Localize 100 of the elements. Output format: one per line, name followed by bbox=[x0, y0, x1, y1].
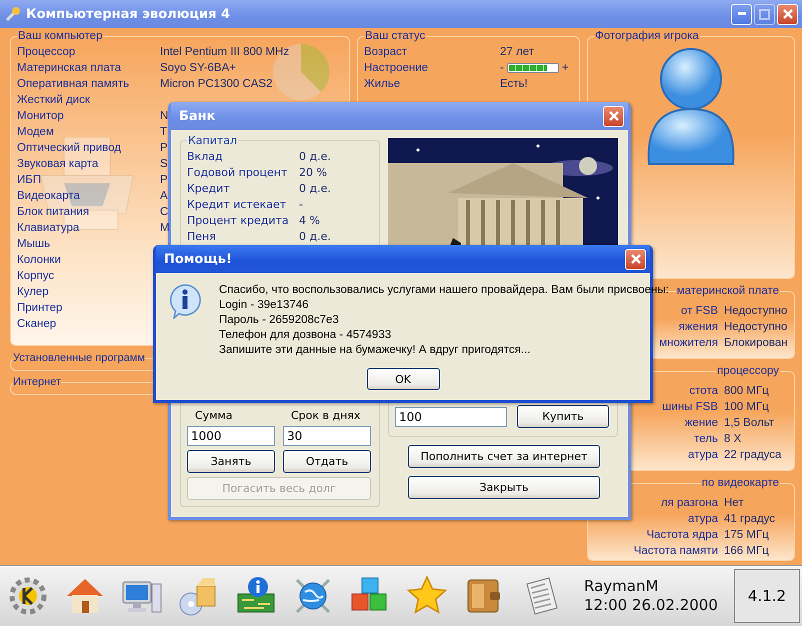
field-value: Есть! bbox=[500, 77, 528, 92]
field-value: Micron PC1300 CAS2 bbox=[160, 77, 272, 92]
borrow-button[interactable]: Занять bbox=[187, 450, 275, 473]
field-label: Пеня bbox=[187, 229, 216, 245]
field-label: Жилье bbox=[364, 77, 400, 92]
field-label: Кулер bbox=[17, 285, 49, 300]
field-value: Недоступно bbox=[724, 304, 788, 319]
field-value: 8 X bbox=[724, 432, 742, 447]
field-value: T bbox=[160, 125, 168, 140]
date-time: 12:00 26.02.2000 bbox=[584, 596, 718, 615]
field-label: Корпус bbox=[17, 269, 54, 284]
field-label: атура bbox=[688, 448, 718, 463]
field-label: Мышь bbox=[17, 237, 50, 252]
field-label: Колонки bbox=[17, 253, 61, 268]
field-value: Нет bbox=[724, 496, 744, 511]
group-title: Капитал bbox=[187, 134, 238, 147]
decrease-label[interactable]: - bbox=[500, 60, 504, 76]
field-value: 27 лет bbox=[500, 45, 534, 60]
close-icon bbox=[608, 110, 620, 122]
field-value: Soyo SY-6BA+ bbox=[160, 61, 236, 76]
amount-field[interactable]: 1000 bbox=[187, 426, 275, 446]
field-value: 0 д.е. bbox=[299, 149, 331, 165]
field-value: 0 д.е. bbox=[299, 229, 331, 245]
field-value: C bbox=[160, 205, 168, 220]
repay-button[interactable]: Отдать bbox=[283, 450, 371, 473]
close-button[interactable] bbox=[603, 106, 624, 126]
field-value: P bbox=[160, 173, 168, 188]
top-up-button[interactable]: Пополнить счет за интернет bbox=[408, 445, 600, 468]
minimize-icon bbox=[738, 12, 746, 16]
field-label: Кредит bbox=[187, 181, 230, 197]
field-label: Срок в днях bbox=[290, 409, 362, 422]
close-icon bbox=[782, 8, 794, 20]
message-text: Запишите эти данные на бумажечку! А вдруг пригодятся... bbox=[219, 343, 530, 358]
field-label: Жесткий диск bbox=[17, 93, 90, 108]
close-button[interactable] bbox=[625, 248, 646, 270]
field-value: - bbox=[299, 197, 303, 213]
field-value: 166 МГц bbox=[724, 544, 769, 559]
window-title: Компьютерная эволюция 4 bbox=[26, 6, 231, 22]
increase-label[interactable]: + bbox=[562, 60, 569, 76]
field-label: множителя bbox=[659, 336, 718, 351]
field-label: Процессор bbox=[17, 45, 76, 60]
field-label: ИБП bbox=[17, 173, 42, 188]
field-label: Сумма bbox=[194, 409, 234, 422]
close-window-button[interactable]: Закрыть bbox=[408, 476, 600, 499]
message-text: Телефон для дозвона - 4574933 bbox=[219, 328, 392, 343]
field-label: шины FSB bbox=[662, 400, 718, 415]
field-value: Блокирован bbox=[724, 336, 788, 351]
field-label: атура bbox=[688, 512, 718, 527]
field-value: Intel Pentium III 800 MHz bbox=[160, 45, 290, 60]
field-label: Звуковая карта bbox=[17, 157, 98, 172]
panel-title: по видеокарте bbox=[700, 477, 780, 489]
field-label: Частота ядра bbox=[646, 528, 718, 543]
buy-button[interactable]: Купить bbox=[517, 405, 609, 428]
field-label: стота bbox=[689, 384, 718, 399]
panel-title: Ваш статус bbox=[364, 30, 426, 42]
field-label: тель bbox=[694, 432, 718, 447]
panel-title: Фотография игрока bbox=[594, 30, 700, 42]
field-label: Клавиатура bbox=[17, 221, 80, 236]
field-value: 175 МГц bbox=[724, 528, 769, 543]
message-text: Login - 39e13746 bbox=[219, 298, 309, 313]
field-value: A bbox=[160, 189, 168, 204]
field-label: Материнская плата bbox=[17, 61, 122, 76]
field-value: 41 градус bbox=[724, 512, 776, 527]
field-label: от FSB bbox=[681, 304, 718, 319]
field-label: Блок питания bbox=[17, 205, 90, 220]
field-value: P bbox=[160, 141, 168, 156]
field-value: 800 МГц bbox=[724, 384, 769, 399]
field-value: 4 % bbox=[299, 213, 320, 229]
field-label: Оперативная память bbox=[17, 77, 130, 92]
field-label: Частота памяти bbox=[634, 544, 718, 559]
panel-title: Установленные программ bbox=[13, 352, 145, 364]
field-label: Оптический привод bbox=[17, 141, 121, 156]
panel-title: Интернет bbox=[13, 376, 61, 388]
amount-field[interactable]: 100 bbox=[395, 406, 507, 426]
ok-button[interactable]: OK bbox=[366, 368, 440, 390]
window-title: Банк bbox=[179, 108, 216, 124]
minimize-button[interactable] bbox=[731, 4, 752, 24]
maximize-icon bbox=[759, 8, 770, 20]
field-value: 100 МГц bbox=[724, 400, 769, 415]
version-label: 4.1.2 bbox=[734, 569, 800, 623]
days-field[interactable]: 30 bbox=[283, 426, 371, 446]
close-button[interactable] bbox=[777, 4, 798, 24]
info-icon bbox=[168, 283, 202, 319]
message-text: Пароль - 2659208c7e3 bbox=[219, 313, 339, 328]
dialog-title: Помощь! bbox=[164, 252, 233, 266]
field-value: 1,5 Вольт bbox=[724, 416, 774, 431]
field-value: 22 градуса bbox=[724, 448, 782, 463]
field-label: жение bbox=[684, 416, 718, 431]
field-label: Возраст bbox=[364, 45, 408, 60]
field-label: Процент кредита bbox=[187, 213, 289, 229]
field-label: Сканер bbox=[17, 317, 56, 332]
user-name: RaymanM bbox=[584, 577, 660, 596]
field-value: Недоступно bbox=[724, 320, 788, 335]
close-icon bbox=[630, 253, 642, 265]
field-label: Модем bbox=[17, 125, 54, 140]
field-value: 20 % bbox=[299, 165, 327, 181]
field-value: 0 д.е. bbox=[299, 181, 331, 197]
field-label: яжения bbox=[678, 320, 718, 335]
field-label: Видеокарта bbox=[17, 189, 80, 204]
field-label: ля разгона bbox=[660, 496, 718, 511]
